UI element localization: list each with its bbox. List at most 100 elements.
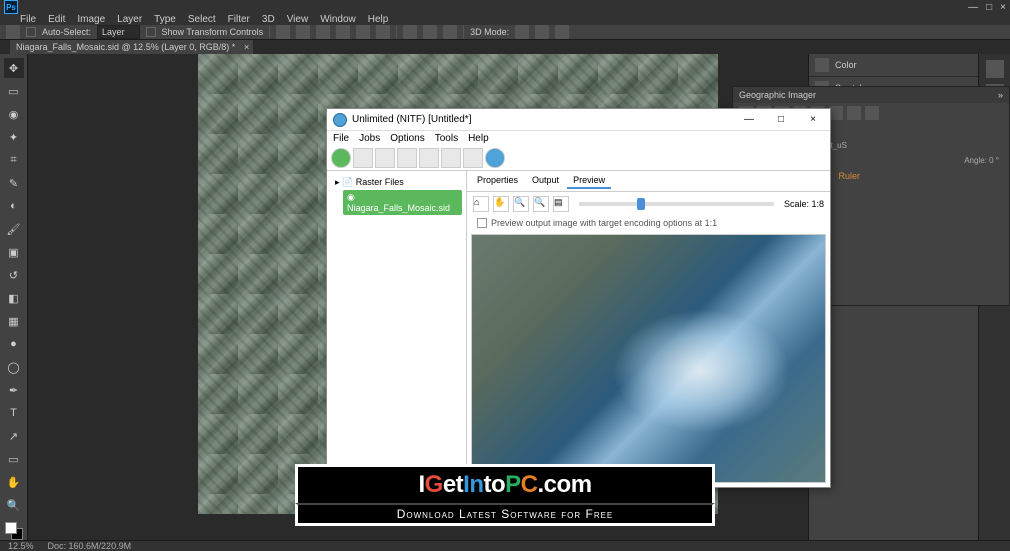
maximize-button[interactable]: □ [986,2,992,13]
lasso-tool[interactable]: ◉ [4,104,24,124]
document-tab[interactable]: Niagara_Falls_Mosaic.sid @ 12.5% (Layer … [10,40,253,54]
tree-root-label: Raster Files [356,177,404,187]
align-icon[interactable] [376,25,390,39]
gi-tool-icon[interactable] [847,106,861,120]
nitf-close-button[interactable]: × [802,112,824,128]
globe-button[interactable] [485,148,505,168]
preview-1to1-checkbox[interactable] [477,218,487,228]
tab-ruler[interactable]: Ruler [839,171,861,181]
panel-color[interactable]: Color [809,54,978,77]
gi-tool-icon[interactable] [829,106,843,120]
auto-select-checkbox[interactable] [26,27,36,37]
eraser-tool[interactable]: ◧ [4,288,24,308]
zoom-level[interactable]: 12.5% [8,541,34,551]
nitf-menu-file[interactable]: File [333,133,349,144]
mode3d-icon[interactable] [555,25,569,39]
scale-slider[interactable] [579,202,774,206]
menu-edit[interactable]: Edit [48,14,65,25]
tab-preview[interactable]: Preview [567,173,611,189]
stamp-tool[interactable]: ▣ [4,242,24,262]
hand-tool[interactable]: ✋ [4,472,24,492]
eyedropper-tool[interactable]: ✎ [4,173,24,193]
move-tool[interactable]: ✥ [4,58,24,78]
align-icon[interactable] [336,25,350,39]
nitf-titlebar[interactable]: Unlimited (NITF) [Untitled*] — □ × [327,109,830,131]
dock-icon[interactable] [986,60,1004,78]
brand-letter: to [484,471,506,498]
auto-select-label: Auto-Select: [42,27,91,37]
nitf-menu-options[interactable]: Options [390,133,424,144]
align-icon[interactable] [276,25,290,39]
nitf-minimize-button[interactable]: — [738,112,760,128]
show-transform-checkbox[interactable] [146,27,156,37]
menu-type[interactable]: Type [154,14,176,25]
tab-output[interactable]: Output [526,173,565,189]
distribute-icon[interactable] [403,25,417,39]
home-icon[interactable]: ⌂ [473,196,489,212]
blur-tool[interactable]: ● [4,334,24,354]
brush-tool[interactable]: 🖌 [4,219,24,239]
align-icon[interactable] [296,25,310,39]
shape-tool[interactable]: ▭ [4,449,24,469]
menu-filter[interactable]: Filter [228,14,250,25]
menu-select[interactable]: Select [188,14,216,25]
minimize-button[interactable]: — [968,2,978,13]
nitf-menu-help[interactable]: Help [468,133,489,144]
save-button[interactable] [353,148,373,168]
nitf-menu-tools[interactable]: Tools [435,133,458,144]
menu-window[interactable]: Window [320,14,356,25]
gi-header[interactable]: Geographic Imager » [733,87,1009,103]
menu-view[interactable]: View [287,14,309,25]
zoom-tool[interactable]: 🔍 [4,495,24,515]
menu-file[interactable]: File [20,14,36,25]
preview-controls: ⌂ ✋ 🔍 🔍 ▤ Scale: 1:8 [467,192,830,216]
hand-icon[interactable]: ✋ [493,196,509,212]
preview-image[interactable] [471,234,826,483]
color-icon [815,58,829,72]
nitf-menu-jobs[interactable]: Jobs [359,133,380,144]
menu-image[interactable]: Image [77,14,105,25]
brand-letter: P [505,471,521,498]
crop-button[interactable] [419,148,439,168]
auto-select-dropdown[interactable]: Layer [97,25,140,39]
doc-button[interactable] [375,148,395,168]
dodge-tool[interactable]: ◯ [4,357,24,377]
close-button[interactable]: × [1000,2,1006,13]
history-tool[interactable]: ↺ [4,265,24,285]
zoomin-icon[interactable]: 🔍 [513,196,529,212]
distribute-icon[interactable] [423,25,437,39]
align-icon[interactable] [316,25,330,39]
crop-tool[interactable]: ⌗ [4,150,24,170]
align-icon[interactable] [356,25,370,39]
copy-button[interactable] [463,148,483,168]
doc-size: Doc: 160.6M/220.9M [48,541,132,551]
pen-tool[interactable]: ✒ [4,380,24,400]
file-button[interactable] [397,148,417,168]
marquee-tool[interactable]: ▭ [4,81,24,101]
gi-collapse-icon[interactable]: » [998,90,1003,100]
tree-root[interactable]: ▸ 📄 Raster Files [331,175,462,190]
mode3d-icon[interactable] [515,25,529,39]
menu-help[interactable]: Help [368,14,389,25]
menu-3d[interactable]: 3D [262,14,275,25]
menu-layer[interactable]: Layer [117,14,142,25]
nitf-maximize-button[interactable]: □ [770,112,792,128]
color-swatches[interactable] [5,522,23,540]
layer-button[interactable] [441,148,461,168]
gradient-tool[interactable]: ▦ [4,311,24,331]
gi-tool-icon[interactable] [865,106,879,120]
brand-letter: et [443,471,463,498]
add-button[interactable] [331,148,351,168]
mode3d-icon[interactable] [535,25,549,39]
zoomout-icon[interactable]: 🔍 [533,196,549,212]
distribute-icon[interactable] [443,25,457,39]
palette-icon[interactable]: ▤ [553,196,569,212]
text-tool[interactable]: T [4,403,24,423]
tab-properties[interactable]: Properties [471,173,524,189]
wand-tool[interactable]: ✦ [4,127,24,147]
tree-item[interactable]: ◉ Niagara_Falls_Mosaic.sid [343,190,462,215]
path-tool[interactable]: ↗ [4,426,24,446]
separator [463,25,464,39]
healing-tool[interactable]: ◐ [4,196,24,216]
ps-options-bar: Auto-Select: Layer Show Transform Contro… [0,25,1010,40]
